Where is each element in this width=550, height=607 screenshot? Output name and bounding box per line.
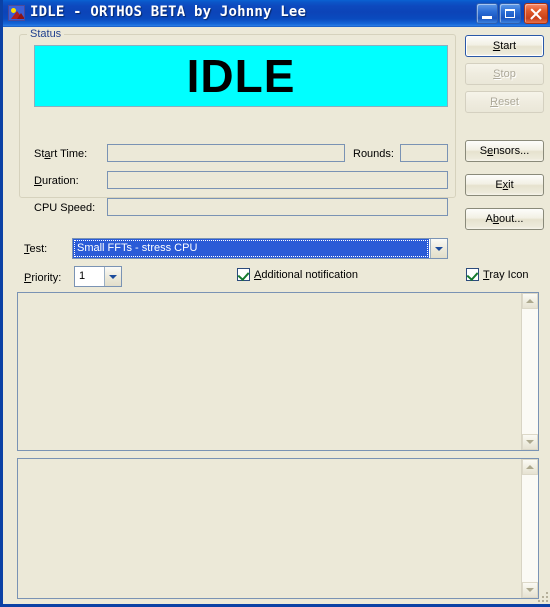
scrollbar-track[interactable]	[522, 475, 538, 582]
duration-label: Duration:	[34, 175, 79, 187]
chevron-down-icon[interactable]	[104, 267, 121, 286]
stop-button: Stop	[465, 63, 544, 85]
test-combobox-value: Small FFTs - stress CPU	[73, 239, 429, 258]
tray-icon-checkbox[interactable]: Tray Icon	[466, 268, 529, 282]
status-group-legend: Status	[27, 28, 65, 40]
output-textarea-top[interactable]	[17, 292, 539, 451]
cpu-speed-label: CPU Speed:	[34, 202, 96, 214]
sensors-button-label: Sensors...	[479, 144, 530, 157]
start-button-label: Start	[492, 39, 517, 52]
resize-grip-icon[interactable]	[535, 589, 548, 602]
reset-button-label: Reset	[490, 95, 519, 108]
test-label: Test:	[24, 243, 48, 255]
priority-combobox-value: 1	[75, 267, 103, 286]
scrollbar-vertical[interactable]	[521, 293, 538, 450]
exit-button-label: Exit	[495, 178, 514, 191]
title-bar[interactable]: IDLE - ORTHOS BETA by Johnny Lee	[3, 0, 550, 27]
priority-label: Priority:	[24, 272, 62, 284]
checkmark-icon	[466, 268, 479, 282]
sensors-button[interactable]: Sensors...	[465, 140, 544, 162]
additional-notification-checkbox[interactable]: Additional notification	[237, 268, 358, 282]
checkmark-icon	[237, 268, 250, 282]
priority-combobox[interactable]: 1	[74, 266, 122, 287]
about-button[interactable]: About...	[465, 208, 544, 230]
output-textarea-bottom[interactable]	[17, 458, 539, 599]
scroll-down-icon[interactable]	[522, 434, 538, 450]
about-button-label: About...	[485, 212, 524, 225]
rounds-field[interactable]	[400, 144, 448, 162]
minimize-icon	[482, 16, 492, 19]
reset-button: Reset	[465, 91, 544, 113]
window-title: IDLE - ORTHOS BETA by Johnny Lee	[30, 4, 307, 20]
maximize-icon	[505, 9, 515, 18]
test-combobox[interactable]: Small FFTs - stress CPU	[72, 238, 448, 259]
close-button[interactable]	[524, 3, 548, 24]
status-display-panel: IDLE	[34, 45, 448, 107]
scroll-up-icon[interactable]	[522, 293, 538, 309]
start-button[interactable]: Start	[465, 35, 544, 57]
rounds-label: Rounds:	[353, 148, 394, 160]
scroll-up-icon[interactable]	[522, 459, 538, 475]
chevron-down-icon[interactable]	[430, 239, 447, 258]
start-time-label: Start Time:	[34, 148, 88, 160]
picture-icon	[8, 5, 25, 21]
minimize-button[interactable]	[476, 3, 498, 24]
exit-button[interactable]: Exit	[465, 174, 544, 196]
additional-notification-label: Additional notification	[254, 268, 358, 281]
duration-field[interactable]	[107, 171, 448, 189]
scrollbar-vertical[interactable]	[521, 459, 538, 598]
stop-button-label: Stop	[493, 67, 516, 80]
application-window: IDLE - ORTHOS BETA by Johnny Lee Status …	[0, 0, 550, 607]
client-area: Status IDLE Start Time: Rounds: Duration…	[6, 27, 550, 604]
tray-icon-label: Tray Icon	[483, 268, 529, 281]
maximize-button[interactable]	[499, 3, 521, 24]
status-display-text: IDLE	[186, 50, 296, 102]
scrollbar-track[interactable]	[522, 309, 538, 434]
start-time-field[interactable]	[107, 144, 345, 162]
cpu-speed-field[interactable]	[107, 198, 448, 216]
